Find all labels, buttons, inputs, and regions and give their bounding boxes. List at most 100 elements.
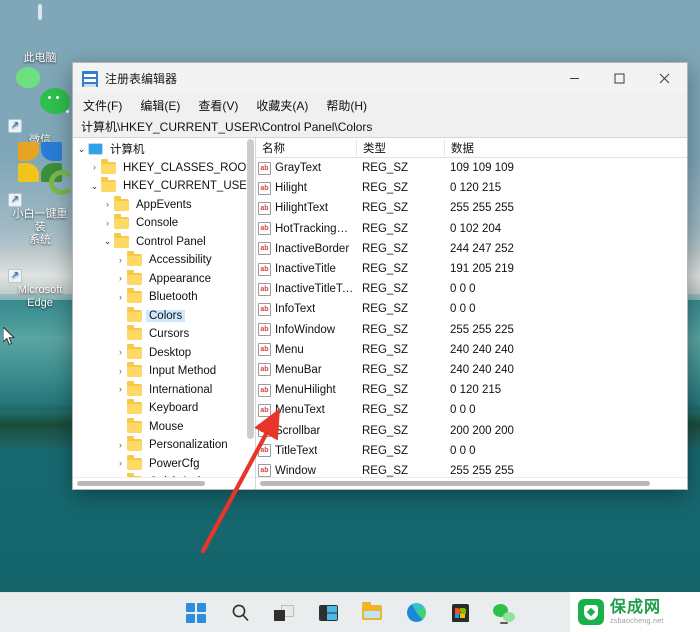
table-row[interactable]: ab InactiveTitle REG_SZ 191 205 219 xyxy=(256,259,687,279)
table-row[interactable]: ab InactiveBorder REG_SZ 244 247 252 xyxy=(256,239,687,259)
table-row[interactable]: ab InactiveTitleText REG_SZ 0 0 0 xyxy=(256,279,687,299)
tree-node-desktop[interactable]: › Desktop xyxy=(73,343,255,363)
chevron-right-icon[interactable]: › xyxy=(101,218,114,228)
window-controls xyxy=(552,63,687,94)
chevron-right-icon[interactable]: › xyxy=(88,163,101,172)
chevron-right-icon[interactable]: › xyxy=(114,459,127,468)
registry-tree[interactable]: ⌄ 计算机 › HKEY_CLASSES_ROOT ⌄ HKEY_CURRENT_USER… xyxy=(73,138,255,477)
table-row[interactable]: ab Scrollbar REG_SZ 200 200 200 xyxy=(256,420,687,440)
table-row[interactable]: ab GrayText REG_SZ 109 109 109 xyxy=(256,158,687,178)
close-button[interactable] xyxy=(642,63,687,94)
registry-values-pane[interactable]: 名称 类型 数据 ab GrayText REG_SZ 109 109 109 ab Hi… xyxy=(256,138,687,489)
chevron-down-icon[interactable]: ⌄ xyxy=(75,144,88,154)
value-name-label: MenuText xyxy=(275,404,325,417)
tree-node--[interactable]: ⌄ 计算机 xyxy=(73,140,255,159)
column-header-data[interactable]: 数据 xyxy=(444,139,687,156)
taskbar-widgets-button[interactable] xyxy=(315,600,341,626)
menu-item-file[interactable]: 文件(F) xyxy=(81,96,124,115)
value-type-cell: REG_SZ xyxy=(362,222,409,235)
tree-node-hkey-classes-root[interactable]: › HKEY_CLASSES_ROOT xyxy=(73,158,255,178)
value-type-cell: REG_SZ xyxy=(362,162,409,175)
table-row[interactable]: ab MenuBar REG_SZ 240 240 240 xyxy=(256,360,687,380)
tree-node-powercfg[interactable]: › PowerCfg xyxy=(73,454,255,474)
chevron-right-icon[interactable]: › xyxy=(114,255,127,265)
folder-icon xyxy=(127,306,142,322)
chevron-right-icon[interactable]: › xyxy=(114,274,127,283)
menu-bar[interactable]: 文件(F) 编辑(E) 查看(V) 收藏夹(A) 帮助(H) xyxy=(73,94,687,116)
table-row[interactable]: ab MenuText REG_SZ 0 0 0 xyxy=(256,400,687,420)
chevron-right-icon[interactable]: › xyxy=(114,440,127,450)
taskbar-file-explorer-button[interactable] xyxy=(359,600,385,626)
table-row[interactable]: ab InfoWindow REG_SZ 255 255 225 xyxy=(256,320,687,340)
search-icon xyxy=(232,604,249,622)
menu-item-favorites[interactable]: 收藏夹(A) xyxy=(254,96,310,115)
taskbar-wechat-button[interactable] xyxy=(491,600,517,626)
chevron-right-icon[interactable]: › xyxy=(114,366,127,376)
tree-node-label: Control Panel xyxy=(136,235,206,248)
desktop-icon-this-pc[interactable]: 此电脑 xyxy=(6,4,74,65)
taskbar-store-button[interactable] xyxy=(447,600,473,626)
value-name-label: InfoText xyxy=(275,303,316,316)
taskbar-start-button[interactable] xyxy=(183,600,209,626)
tree-node-control-panel[interactable]: ⌄ Control Panel xyxy=(73,232,255,252)
taskbar-edge-button[interactable] xyxy=(403,600,429,626)
registry-editor-icon xyxy=(82,70,98,87)
tree-vertical-scrollbar[interactable] xyxy=(246,138,255,489)
tree-node-mouse[interactable]: Mouse xyxy=(73,417,255,437)
tree-node-appearance[interactable]: › Appearance xyxy=(73,269,255,289)
menu-item-help[interactable]: 帮助(H) xyxy=(324,96,369,115)
minimize-button[interactable] xyxy=(552,63,597,94)
address-bar[interactable]: 计算机\HKEY_CURRENT_USER\Control Panel\Colo… xyxy=(73,116,687,137)
menu-item-view[interactable]: 查看(V) xyxy=(196,96,240,115)
desktop-icon-reinstall[interactable]: ↗ 小白一键重装 系统 xyxy=(6,142,75,247)
chevron-right-icon[interactable]: › xyxy=(114,292,127,302)
tree-node-input-method[interactable]: › Input Method xyxy=(73,362,255,381)
taskbar-task-view-button[interactable] xyxy=(271,600,297,626)
windows-logo-icon xyxy=(186,602,206,623)
value-data-cell: 0 0 0 xyxy=(450,444,476,457)
desktop-icon-wechat[interactable]: ↗ 微信 xyxy=(6,67,76,147)
maximize-button[interactable] xyxy=(597,63,642,94)
table-row[interactable]: ab Window REG_SZ 255 255 255 xyxy=(256,461,687,477)
table-row[interactable]: ab HilightText REG_SZ 255 255 255 xyxy=(256,198,687,218)
tree-node-console[interactable]: › Console xyxy=(73,214,255,233)
tree-node-accessibility[interactable]: › Accessibility xyxy=(73,251,255,270)
shortcut-arrow-icon: ↗ xyxy=(8,193,22,207)
value-data-cell: 255 255 225 xyxy=(450,323,514,336)
values-horizontal-scrollbar[interactable] xyxy=(256,477,687,489)
table-row[interactable]: ab TitleText REG_SZ 0 0 0 xyxy=(256,441,687,461)
folder-icon xyxy=(127,454,142,470)
string-value-icon: ab xyxy=(258,323,271,337)
tree-node-international[interactable]: › International xyxy=(73,380,255,400)
registry-editor-window[interactable]: 注册表编辑器 文件(F) 编辑(E) 查看(V) 收藏夹(A) 帮助(H) 计算… xyxy=(72,62,688,490)
values-table-header[interactable]: 名称 类型 数据 xyxy=(256,138,687,158)
chevron-right-icon[interactable]: › xyxy=(114,348,127,357)
tree-node-personalization[interactable]: › Personalization xyxy=(73,436,255,455)
column-header-type[interactable]: 类型 xyxy=(356,139,444,156)
taskbar-search-button[interactable] xyxy=(227,600,253,626)
menu-item-edit[interactable]: 编辑(E) xyxy=(138,96,182,115)
chevron-down-icon[interactable]: ⌄ xyxy=(88,181,101,191)
chevron-right-icon[interactable]: › xyxy=(101,200,114,209)
chevron-down-icon[interactable]: ⌄ xyxy=(101,237,114,246)
tree-node-cursors[interactable]: Cursors xyxy=(73,325,255,344)
chevron-right-icon[interactable]: › xyxy=(114,385,127,394)
tree-node-appevents[interactable]: › AppEvents xyxy=(73,195,255,215)
registry-tree-pane[interactable]: ⌄ 计算机 › HKEY_CLASSES_ROOT ⌄ HKEY_CURRENT_USER… xyxy=(73,138,256,489)
tree-node-keyboard[interactable]: Keyboard xyxy=(73,399,255,418)
tree-node-colors[interactable]: Colors xyxy=(73,306,255,326)
table-row[interactable]: ab MenuHilight REG_SZ 0 120 215 xyxy=(256,380,687,400)
value-type-cell: REG_SZ xyxy=(362,202,409,215)
table-row[interactable]: ab HotTrackingCo... REG_SZ 0 102 204 xyxy=(256,219,687,239)
values-table-body[interactable]: ab GrayText REG_SZ 109 109 109 ab Hilight REG_… xyxy=(256,158,687,477)
table-row[interactable]: ab InfoText REG_SZ 0 0 0 xyxy=(256,299,687,319)
tree-horizontal-scrollbar[interactable] xyxy=(73,477,255,489)
desktop-icon-edge[interactable]: ↗ Microsoft Edge xyxy=(6,238,74,310)
window-titlebar[interactable]: 注册表编辑器 xyxy=(73,63,687,94)
table-row[interactable]: ab Menu REG_SZ 240 240 240 xyxy=(256,340,687,360)
table-row[interactable]: ab Hilight REG_SZ 0 120 215 xyxy=(256,178,687,198)
column-header-name[interactable]: 名称 xyxy=(256,140,356,156)
tree-node-hkey-current-user[interactable]: ⌄ HKEY_CURRENT_USER xyxy=(73,177,255,196)
tree-node-bluetooth[interactable]: › Bluetooth xyxy=(73,288,255,307)
tree-node-label: Accessibility xyxy=(149,254,212,267)
